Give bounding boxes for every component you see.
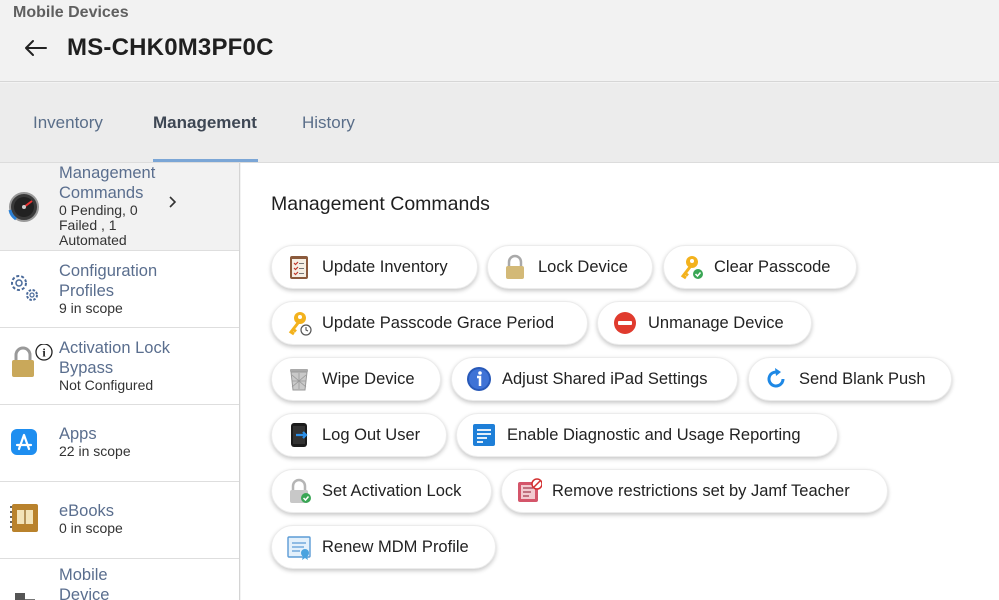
phone-logout-icon [291,423,308,447]
adjust-shared-ipad-settings-button[interactable]: Adjust Shared iPad Settings [451,357,738,401]
set-activation-lock-button[interactable]: Set Activation Lock [271,469,492,513]
command-label: Wipe Device [322,369,415,388]
chevron-right-icon [169,196,177,208]
speedometer-icon [8,192,39,222]
sidebar-item-subtitle: 22 in scope [59,443,131,459]
command-label: Log Out User [322,425,421,444]
command-label: Remove restrictions set by Jamf Teacher [552,481,850,500]
sidebar-item-management-commands[interactable]: Management Commands 0 Pending, 0 Failed … [0,163,239,251]
refresh-arrow-icon [767,368,785,388]
command-label: Update Inventory [322,257,448,276]
enable-diagnostic-and-usage-reporting-button[interactable]: Enable Diagnostic and Usage Reporting [456,413,838,457]
main-panel: Management Commands Update Inventory Loc… [241,163,999,600]
gears-icon [11,275,38,301]
tab-history[interactable]: History [302,113,355,133]
no-entry-icon [614,312,636,334]
update-passcode-grace-period-button[interactable]: Update Passcode Grace Period [271,301,588,345]
sidebar-item-subtitle: 0 Pending, 0 Failed , 1 Automated [59,202,138,248]
panel-title: Management Commands [271,193,490,215]
sidebar-item-ebooks[interactable]: eBooks 0 in scope [0,482,239,559]
sidebar-item-title: Configuration Profiles [59,262,158,300]
clear-passcode-button[interactable]: Clear Passcode [663,245,857,289]
log-out-user-button[interactable]: Log Out User [271,413,447,457]
section-title: Mobile Devices [13,4,129,21]
tab-bar: Inventory Management History [0,83,999,163]
wipe-device-button[interactable]: Wipe Device [271,357,441,401]
command-label: Set Activation Lock [322,481,462,500]
key-check-icon [680,256,703,280]
app-store-icon [11,429,37,455]
sidebar-item-subtitle: 0 in scope [59,520,123,536]
padlock-info-icon: i [12,344,53,377]
book-icon [10,504,38,532]
report-list-icon [473,424,495,446]
trash-can-icon [290,369,308,391]
sidebar-item-apps[interactable]: Apps 22 in scope [0,405,239,482]
padlock-check-icon [290,478,311,503]
sidebar-item-title: Apps [59,425,97,443]
sidebar: Management Commands 0 Pending, 0 Failed … [0,163,240,600]
sidebar-item-title: Mobile Device [59,566,110,600]
arrow-left-icon [25,40,47,56]
unmanage-device-button[interactable]: Unmanage Device [597,301,812,345]
building-icon [15,593,35,600]
device-name: MS-CHK0M3PF0C [67,34,274,61]
tab-management[interactable]: Management [153,113,257,133]
command-label: Clear Passcode [714,257,831,276]
renew-mdm-profile-button[interactable]: Renew MDM Profile [271,525,496,569]
sidebar-item-configuration-profiles[interactable]: Configuration Profiles 9 in scope [0,251,239,328]
lock-device-button[interactable]: Lock Device [487,245,653,289]
send-blank-push-button[interactable]: Send Blank Push [748,357,952,401]
sidebar-item-title: Activation Lock Bypass [59,339,170,377]
sidebar-item-subtitle: Not Configured [59,377,154,393]
command-label: Renew MDM Profile [322,537,469,556]
sidebar-item-title: eBooks [59,502,115,520]
sidebar-item-mobile-device[interactable]: Mobile Device [0,559,239,600]
clipboard-checklist-icon [290,256,308,279]
command-label: Lock Device [538,257,628,276]
update-inventory-button[interactable]: Update Inventory [271,245,478,289]
command-label: Unmanage Device [648,313,784,332]
command-label: Send Blank Push [799,369,926,388]
restriction-remove-icon [518,478,542,502]
command-label: Adjust Shared iPad Settings [502,369,708,388]
back-button[interactable] [22,34,50,62]
info-circle-icon [467,367,491,391]
sidebar-item-subtitle: 9 in scope [59,300,123,316]
remove-restrictions-jamf-teacher-button[interactable]: Remove restrictions set by Jamf Teacher [501,469,888,513]
tab-inventory[interactable]: Inventory [33,113,103,133]
command-label: Update Passcode Grace Period [322,313,555,332]
active-tab-indicator [153,159,258,162]
page-header: Mobile Devices MS-CHK0M3PF0C [0,0,999,82]
sidebar-item-activation-lock-bypass[interactable]: i Activation Lock Bypass Not Configured [0,328,239,405]
certificate-icon [287,536,311,560]
key-clock-icon [288,312,312,336]
padlock-icon [506,254,524,279]
command-label: Enable Diagnostic and Usage Reporting [507,425,801,444]
